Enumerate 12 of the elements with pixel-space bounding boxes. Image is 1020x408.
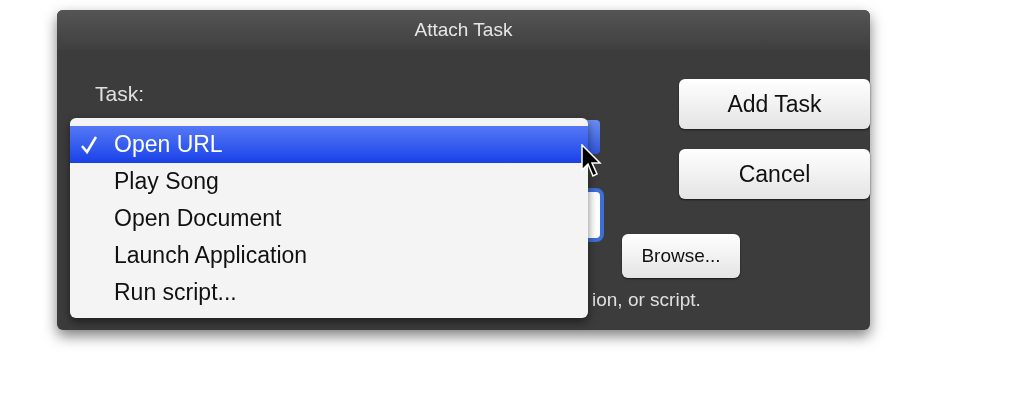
window-title: Attach Task: [414, 17, 513, 42]
menu-item[interactable]: Run script...: [70, 274, 588, 311]
menu-item[interactable]: Open URL: [70, 126, 588, 163]
dialog-button[interactable]: Cancel: [679, 149, 870, 199]
menu-item[interactable]: Launch Application: [70, 237, 588, 274]
browse-button[interactable]: Browse...: [622, 234, 740, 278]
menu-item[interactable]: Open Document: [70, 200, 588, 237]
task-label: Task:: [95, 81, 145, 107]
menu-item[interactable]: Play Song: [70, 163, 588, 200]
dialog-button[interactable]: Add Task: [679, 79, 870, 129]
hint-text: ion, or script.: [592, 288, 701, 312]
checkmark-icon: [80, 134, 98, 155]
